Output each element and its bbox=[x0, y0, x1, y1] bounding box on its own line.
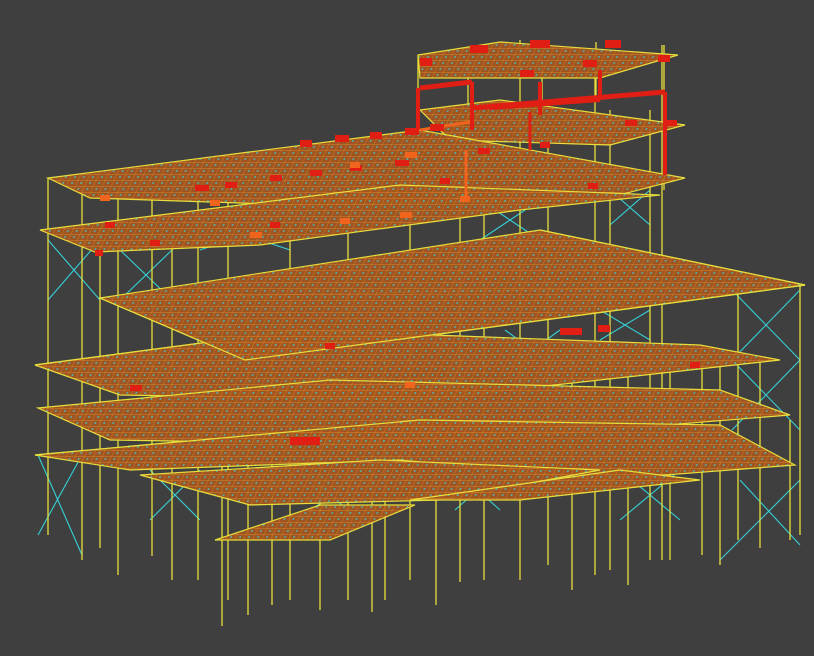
load-marker-26 bbox=[598, 325, 610, 332]
load-marker-17 bbox=[395, 160, 409, 166]
brace-1 bbox=[37, 454, 83, 536]
load-marker-3 bbox=[420, 58, 432, 66]
load-marker-orange-6 bbox=[250, 232, 262, 238]
load-marker-20 bbox=[540, 142, 550, 148]
load-marker-7 bbox=[300, 140, 312, 147]
load-marker-22 bbox=[625, 120, 637, 126]
load-marker-30 bbox=[105, 222, 115, 228]
load-marker-orange-2 bbox=[210, 200, 220, 206]
load-marker-19 bbox=[478, 148, 490, 154]
load-marker-13 bbox=[225, 182, 237, 188]
brace-0 bbox=[37, 454, 83, 556]
load-marker-15 bbox=[310, 170, 322, 176]
load-marker-4 bbox=[520, 70, 534, 77]
load-marker-orange-7 bbox=[460, 196, 470, 202]
load-marker-0 bbox=[470, 45, 488, 53]
load-marker-8 bbox=[335, 135, 349, 142]
load-marker-29 bbox=[130, 385, 142, 391]
load-marker-25 bbox=[560, 328, 582, 335]
load-marker-1 bbox=[530, 40, 550, 48]
load-marker-orange-3 bbox=[400, 212, 412, 218]
highlighted-beam-0 bbox=[419, 79, 473, 91]
load-marker-21 bbox=[588, 183, 598, 189]
load-marker-14 bbox=[270, 175, 282, 181]
model-viewport[interactable] bbox=[0, 0, 814, 656]
load-marker-orange-8 bbox=[405, 382, 415, 388]
load-marker-orange-1 bbox=[350, 162, 360, 168]
load-marker-9 bbox=[370, 132, 382, 139]
load-marker-2 bbox=[605, 40, 621, 48]
load-marker-6 bbox=[658, 55, 670, 62]
structural-model-canvas[interactable] bbox=[0, 0, 814, 656]
load-marker-orange-0 bbox=[405, 152, 417, 158]
load-marker-31 bbox=[150, 240, 160, 246]
load-marker-32 bbox=[95, 250, 103, 256]
load-marker-23 bbox=[665, 120, 677, 126]
load-marker-27 bbox=[325, 343, 335, 349]
load-marker-28 bbox=[690, 362, 700, 368]
load-marker-18 bbox=[440, 178, 450, 184]
load-marker-orange-5 bbox=[100, 195, 110, 201]
load-marker-24 bbox=[290, 437, 320, 445]
load-marker-10 bbox=[405, 128, 419, 135]
load-marker-33 bbox=[270, 222, 280, 228]
load-marker-11 bbox=[430, 124, 444, 131]
load-marker-orange-4 bbox=[340, 218, 350, 224]
load-marker-5 bbox=[583, 60, 597, 67]
load-marker-12 bbox=[195, 185, 209, 191]
